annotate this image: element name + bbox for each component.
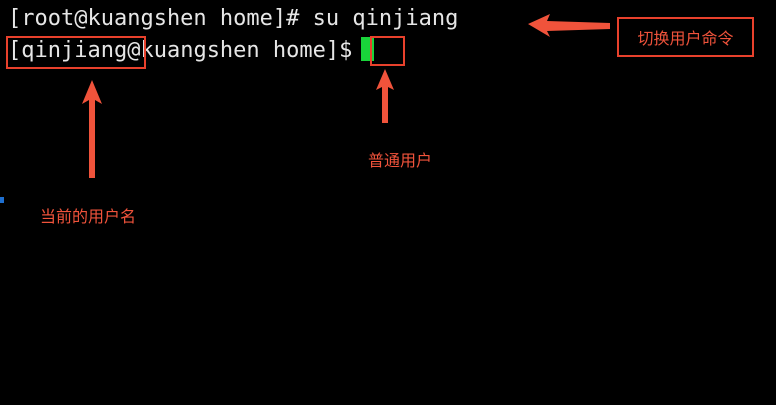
arrow-up-dollar-icon: [376, 69, 394, 123]
left-edge-marker: [0, 197, 4, 203]
arrow-up-username-icon: [82, 80, 102, 178]
annotation-arrows: [82, 14, 610, 178]
arrow-left-command-icon: [528, 14, 610, 37]
